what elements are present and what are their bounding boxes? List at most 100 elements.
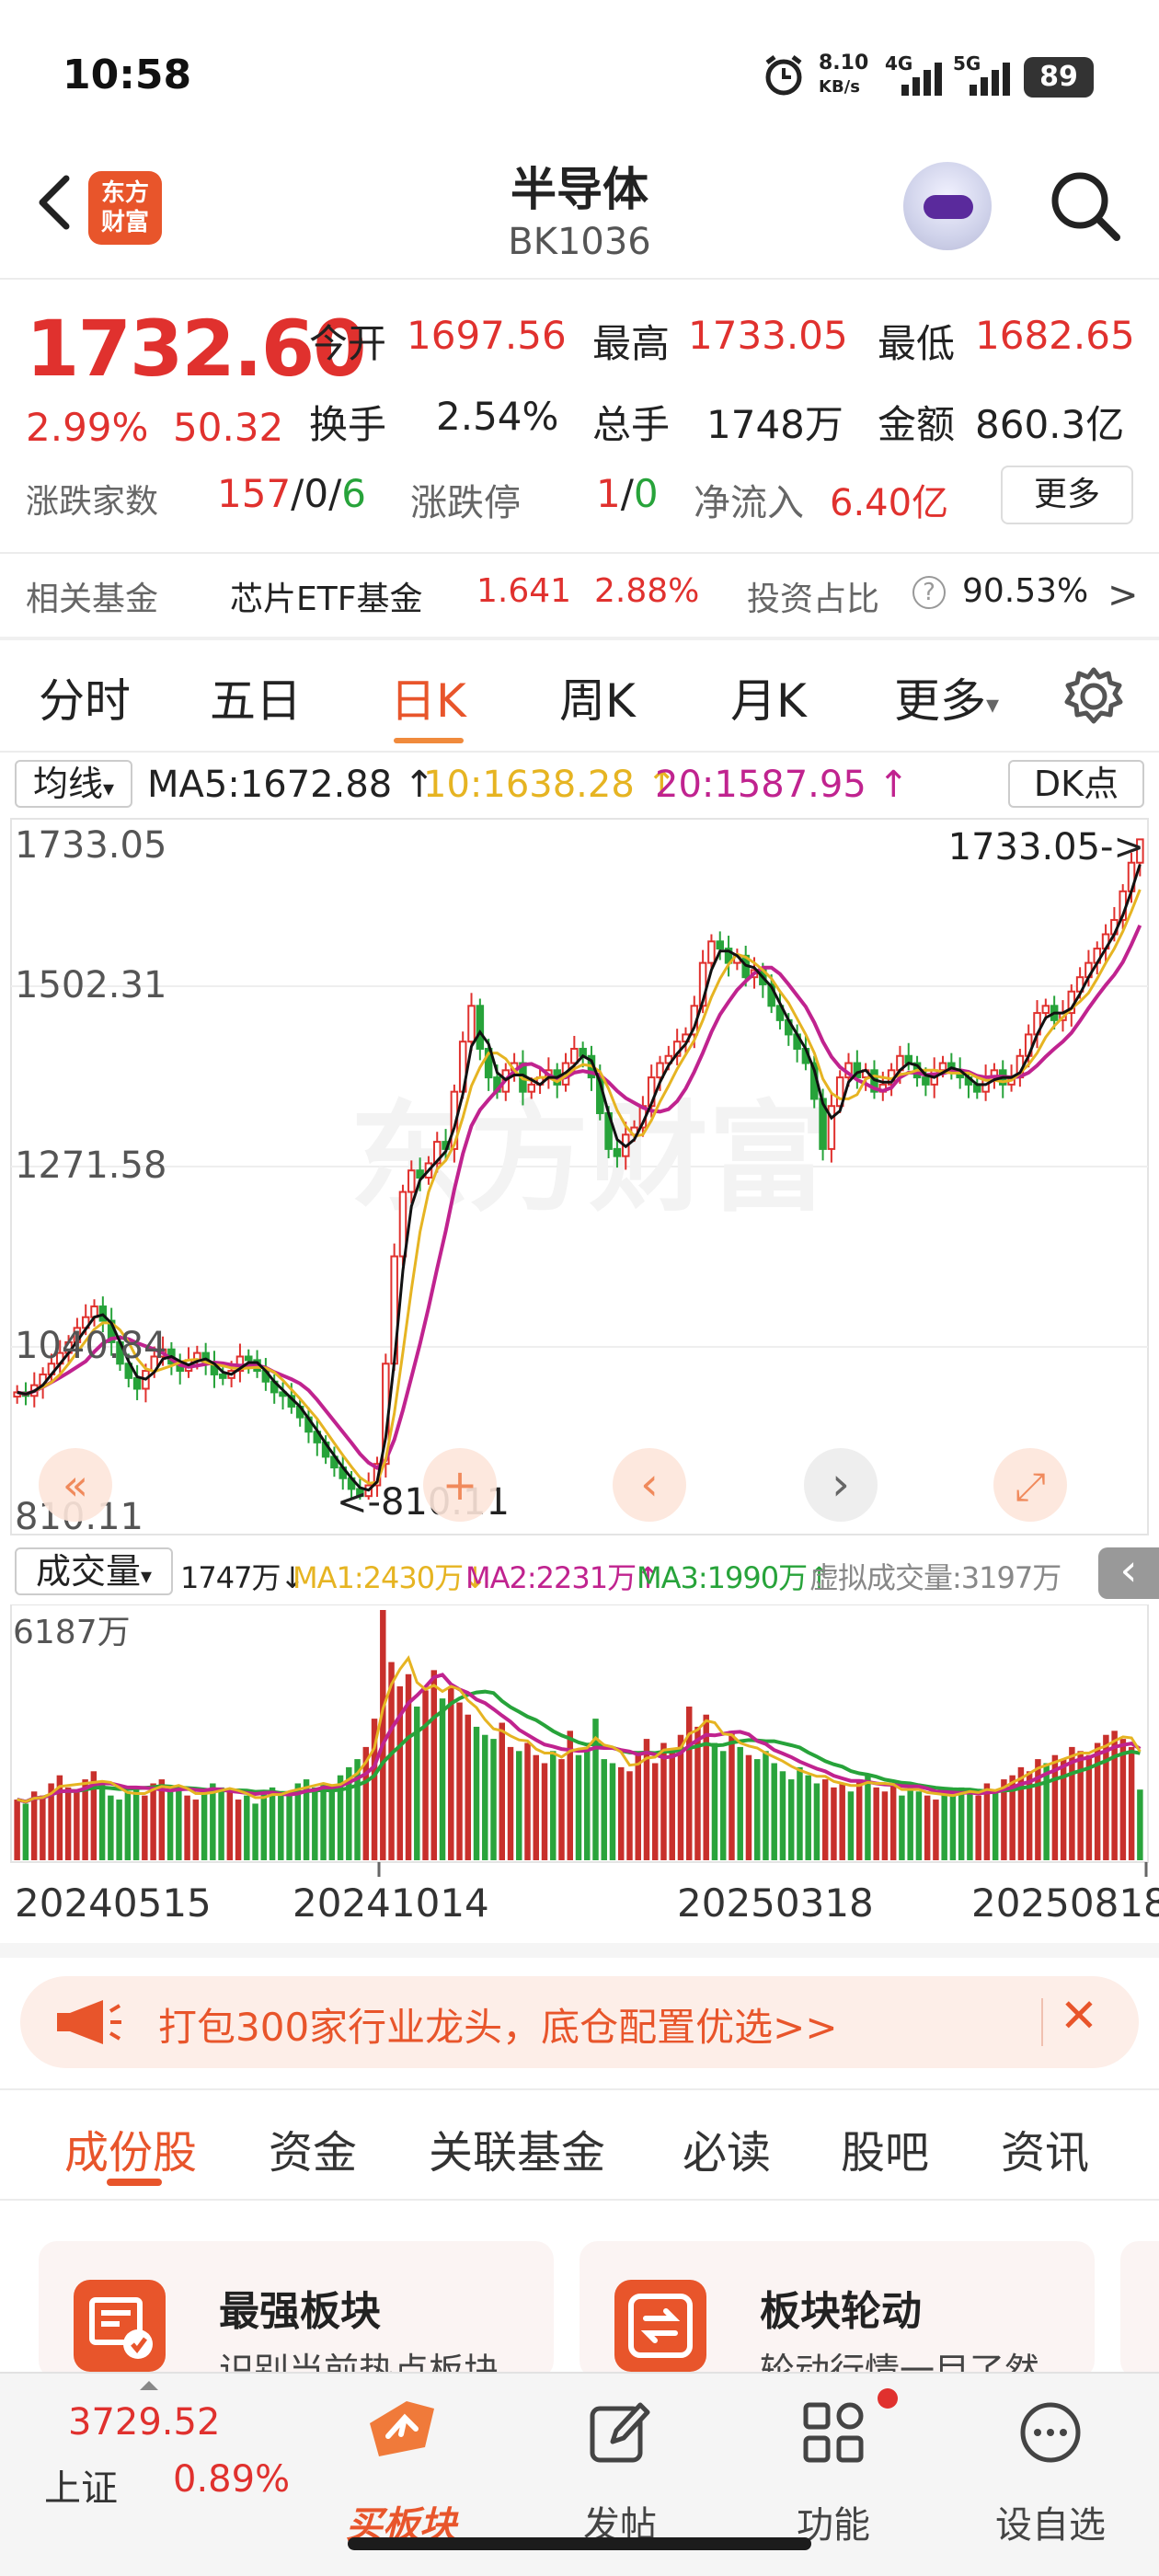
notification-dot: [878, 2388, 898, 2409]
tab-five-day[interactable]: 五日: [210, 664, 302, 730]
volume-selector-label: 成交量: [35, 1551, 141, 1592]
active-tab-underline: [394, 738, 464, 743]
quote-divider: [0, 552, 1159, 554]
tab-daily-k[interactable]: 日K: [390, 664, 466, 730]
volume-bar: [124, 1791, 132, 1860]
candle-body: [716, 940, 725, 950]
volume-bar: [516, 1751, 522, 1860]
volume-bar: [763, 1751, 769, 1860]
volume-bar: [108, 1795, 114, 1860]
card-strongest-sector[interactable]: 最强板块 识别当前热点板块: [39, 2241, 554, 2391]
limit-down: 0: [633, 471, 659, 516]
tab-related-funds[interactable]: 关联基金: [429, 2116, 605, 2180]
plus-icon: +: [442, 1460, 478, 1510]
volume-bar: [889, 1783, 897, 1860]
y-tick-3: 1271.58: [15, 1144, 166, 1187]
chart-prev-button[interactable]: ‹: [613, 1448, 686, 1522]
search-icon[interactable]: [1047, 167, 1124, 245]
fund-row-arrow-icon[interactable]: >: [1107, 574, 1139, 616]
more-dots-icon: [1020, 2402, 1081, 2463]
ma-selector-caret-icon: ▾: [102, 776, 115, 801]
volume-value: 1747万↓: [180, 1560, 304, 1595]
tab-news[interactable]: 资讯: [1001, 2116, 1089, 2180]
assistant-robot-icon[interactable]: [903, 162, 992, 250]
limit-sep: /: [620, 471, 634, 516]
volume-bar: [941, 1791, 947, 1860]
volume-bar: [719, 1751, 727, 1860]
volume-bar: [550, 1751, 557, 1860]
volume-bar: [899, 1795, 905, 1860]
fund-name[interactable]: 芯片ETF基金: [230, 572, 422, 620]
tab-capital[interactable]: 资金: [269, 2116, 357, 2180]
volume-bar: [244, 1795, 250, 1860]
volume-ma2: MA2:2231万↑: [465, 1560, 660, 1595]
virtual-volume: 虚拟成交量:3197万: [809, 1560, 1061, 1595]
fund-divider: [0, 637, 1159, 640]
card-next-partial[interactable]: [1120, 2241, 1159, 2379]
chart-rewind-button[interactable]: «: [39, 1448, 112, 1522]
volume-bar: [660, 1742, 667, 1860]
kline-chart[interactable]: 东方财富 1733.05 1502.31 1271.58 1040.84 810…: [0, 813, 1159, 1540]
volume-bar: [797, 1766, 803, 1860]
nav-post[interactable]: 发帖: [546, 2386, 694, 2547]
tab-monthly-k[interactable]: 月K: [730, 664, 807, 730]
nav-buy-sector[interactable]: 买板块: [327, 2386, 475, 2547]
fund-change: 2.88%: [594, 572, 700, 610]
volume-bar: [1085, 1754, 1093, 1860]
x-tick-4: 20250818: [971, 1880, 1159, 1926]
battery-indicator: 89: [1024, 57, 1094, 98]
strongest-sector-icon: [74, 2280, 166, 2372]
promo-banner[interactable]: 打包300家行业龙头，底仓配置优选>> ✕: [20, 1976, 1139, 2068]
volume-bar: [745, 1754, 752, 1860]
chart-next-button[interactable]: ›: [804, 1448, 878, 1522]
gear-icon[interactable]: [1061, 664, 1126, 729]
volume-bar: [98, 1783, 106, 1860]
volume-bar: [74, 1791, 80, 1860]
volume-bar: [601, 1759, 607, 1860]
volume-bar: [609, 1763, 616, 1860]
rotation-icon: [614, 2280, 706, 2372]
card-sector-rotation[interactable]: 板块轮动 轮动行情一目了然: [580, 2241, 1095, 2391]
nav-add-watchlist[interactable]: 设自选: [977, 2386, 1124, 2547]
dk-point-button[interactable]: DK点: [1008, 760, 1144, 808]
volume-bar: [787, 1779, 795, 1860]
volume-bar: [201, 1791, 208, 1860]
collapse-panel-button[interactable]: ‹: [1098, 1547, 1159, 1599]
volume-bar: [839, 1783, 845, 1860]
volume-bar: [975, 1795, 981, 1860]
high-marker: 1733.05->: [948, 826, 1144, 868]
tab-more[interactable]: 更多▾: [894, 664, 999, 730]
megaphone-icon: [57, 2000, 121, 2044]
volume-bar: [1094, 1742, 1101, 1860]
volume-selector[interactable]: 成交量▾: [15, 1547, 173, 1595]
volume-bar-series: [14, 1610, 1143, 1860]
volume-bar: [967, 1791, 973, 1860]
tab-forum[interactable]: 股吧: [841, 2116, 929, 2180]
volume-bar: [22, 1803, 29, 1860]
amount-value: 860.3亿: [975, 402, 1125, 447]
help-icon[interactable]: ?: [912, 576, 946, 609]
chart-zoom-in-button[interactable]: +: [423, 1448, 497, 1522]
tab-must-read[interactable]: 必读: [683, 2116, 771, 2180]
close-icon[interactable]: ✕: [1060, 1989, 1098, 2042]
chevron-right-icon: ›: [832, 1457, 850, 1511]
more-quote-button[interactable]: 更多: [1001, 466, 1133, 524]
banner-divider-line: [0, 2088, 1159, 2090]
amount-label: 金额: [878, 402, 956, 447]
volume-bar: [40, 1795, 46, 1860]
breadth-sep-1: /: [291, 471, 304, 516]
nav-functions[interactable]: 功能: [760, 2386, 907, 2547]
tab-weekly-k[interactable]: 周K: [559, 664, 636, 730]
card-title-rotation: 板块轮动: [760, 2288, 922, 2335]
chart-expand-button[interactable]: ⤢: [993, 1448, 1067, 1522]
x-tick-2: 20241014: [293, 1880, 489, 1926]
market-index-widget[interactable]: 3729.52 上证 0.89%: [0, 2374, 290, 2558]
x-tick-1: 20240515: [15, 1880, 212, 1926]
volume-bar: [915, 1791, 923, 1860]
volume-label: 总手: [592, 402, 671, 447]
tab-constituents[interactable]: 成份股: [64, 2116, 197, 2180]
tab-intraday[interactable]: 分时: [39, 664, 131, 730]
ma-selector[interactable]: 均线▾: [15, 760, 132, 808]
volume-bar: [218, 1787, 224, 1860]
volume-chart[interactable]: 6187万: [0, 1604, 1159, 1880]
